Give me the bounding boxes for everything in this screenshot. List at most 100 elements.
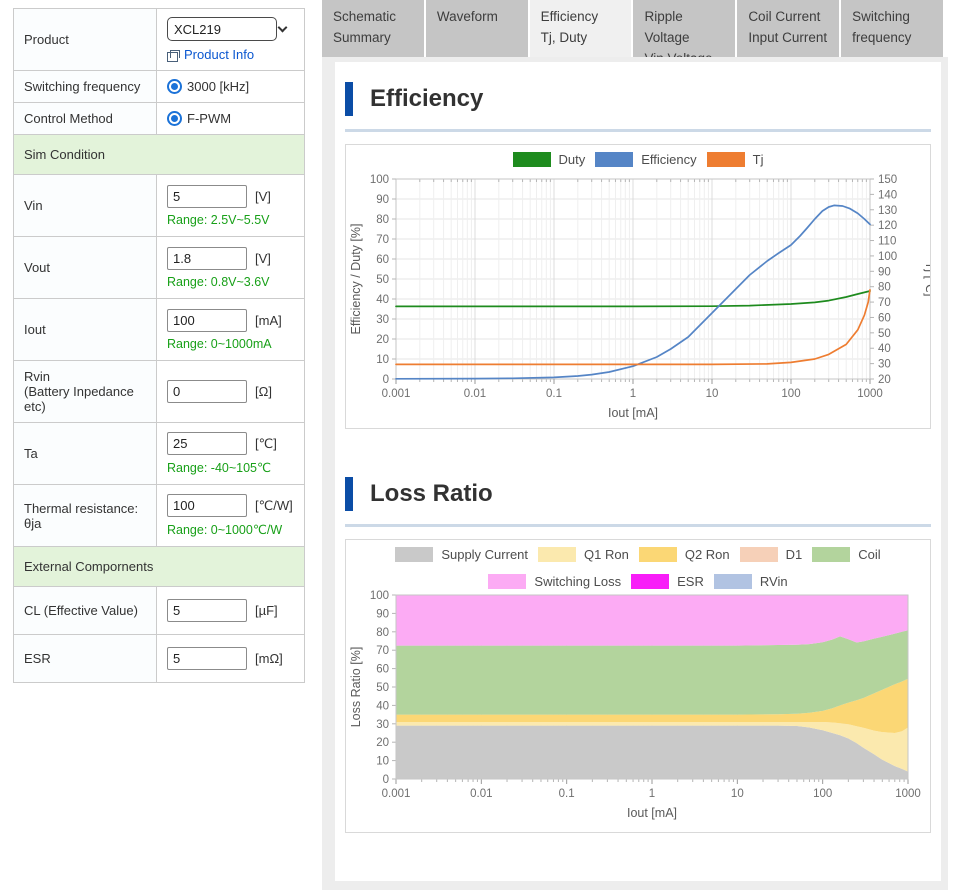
form-row-switching-frequency: Switching frequency 3000 [kHz] — [14, 71, 304, 103]
legend-swatch-icon — [488, 574, 526, 589]
section-divider — [345, 524, 931, 527]
svg-text:70: 70 — [376, 645, 389, 657]
svg-text:20: 20 — [376, 334, 389, 346]
svg-text:100: 100 — [878, 251, 897, 263]
product-info-link[interactable]: Product Info — [184, 47, 254, 62]
control-method-radio-label: F-PWM — [187, 111, 231, 126]
legend-item: Switching Loss — [488, 574, 621, 589]
simulation-settings-form: Product XCL219 Product Info Switching fr… — [13, 8, 305, 683]
vout-label: Vout — [14, 237, 156, 298]
legend-item: D1 — [740, 547, 803, 562]
legend-item: Duty — [513, 152, 586, 167]
svg-text:Loss Ratio [%]: Loss Ratio [%] — [349, 647, 363, 728]
vout-unit: [V] — [255, 251, 271, 266]
iout-unit: [mA] — [255, 313, 282, 328]
svg-text:70: 70 — [878, 297, 891, 309]
svg-text:30: 30 — [878, 359, 891, 371]
svg-text:80: 80 — [376, 627, 389, 639]
form-row-vout: Vout [V] Range: 0.8V~3.6V — [14, 237, 304, 299]
svg-text:80: 80 — [878, 282, 891, 294]
svg-text:Efficiency / Duty [%]: Efficiency / Duty [%] — [349, 224, 363, 335]
loss-ratio-section-header: Loss Ratio — [345, 429, 931, 511]
legend-item: Tj — [707, 152, 764, 167]
vout-range: Range: 0.8V~3.6V — [167, 275, 294, 289]
efficiency-section-header: Efficiency — [345, 62, 931, 116]
tab-ripple-voltage-vin-voltage[interactable]: Ripple VoltageVin Voltage — [633, 0, 735, 57]
svg-text:0.01: 0.01 — [464, 388, 486, 400]
svg-text:10: 10 — [376, 756, 389, 768]
switching-frequency-radio-label: 3000 [kHz] — [187, 79, 249, 94]
ta-input[interactable] — [167, 432, 247, 455]
svg-text:50: 50 — [878, 328, 891, 340]
tab-schematic-summary[interactable]: SchematicSummary — [322, 0, 424, 57]
loss-ratio-chart: 01020304050607080901000.0010.010.1110100… — [346, 589, 930, 827]
svg-text:130: 130 — [878, 205, 897, 217]
svg-text:1: 1 — [649, 788, 655, 800]
esr-label: ESR — [14, 635, 156, 682]
ta-range: Range: -40~105℃ — [167, 460, 294, 475]
result-tab-bar: SchematicSummary Waveform EfficiencyTj, … — [322, 0, 943, 57]
svg-text:100: 100 — [370, 590, 389, 602]
svg-text:90: 90 — [878, 266, 891, 278]
product-select[interactable]: XCL219 — [167, 17, 277, 41]
svg-text:100: 100 — [813, 788, 832, 800]
esr-input[interactable] — [167, 647, 247, 670]
chevron-down-icon — [278, 23, 288, 33]
control-method-radio[interactable] — [167, 111, 182, 126]
iout-label: Iout — [14, 299, 156, 360]
tab-switching-frequency[interactable]: Switchingfrequency — [841, 0, 943, 57]
results-card: Efficiency Duty Efficiency Tj 0 10 20 30 40 50 6… — [335, 62, 941, 881]
svg-text:0: 0 — [383, 774, 389, 786]
svg-text:150: 150 — [878, 174, 897, 186]
svg-text:120: 120 — [878, 220, 897, 232]
legend-swatch-icon — [740, 547, 778, 562]
thermal-resistance-input[interactable] — [167, 494, 247, 517]
legend-item: RVin — [714, 574, 788, 589]
svg-text:Iout [mA]: Iout [mA] — [608, 406, 658, 420]
svg-text:110: 110 — [878, 236, 896, 248]
legend-item: Supply Current — [395, 547, 528, 562]
iout-range: Range: 0~1000mA — [167, 337, 294, 351]
tab-coil-current-input-current[interactable]: Coil CurrentInput Current — [737, 0, 839, 57]
section-header-sim-condition: Sim Condition — [14, 135, 304, 175]
vin-range: Range: 2.5V~5.5V — [167, 213, 294, 227]
svg-text:20: 20 — [376, 737, 389, 749]
svg-text:40: 40 — [376, 294, 389, 306]
iout-input[interactable] — [167, 309, 247, 332]
svg-text:60: 60 — [376, 254, 389, 266]
efficiency-chart: 01020304050607080901000.0010.010.1110100… — [346, 167, 930, 423]
efficiency-chart-box: DutyEfficiencyTj 01020304050607080901000… — [345, 144, 931, 429]
vin-input[interactable] — [167, 185, 247, 208]
rvin-input[interactable] — [167, 380, 247, 403]
legend-swatch-icon — [812, 547, 850, 562]
form-row-cl: CL (Effective Value) [µF] — [14, 587, 304, 635]
vout-input[interactable] — [167, 247, 247, 270]
svg-text:0.1: 0.1 — [546, 388, 562, 400]
ta-label: Ta — [14, 423, 156, 484]
vin-unit: [V] — [255, 189, 271, 204]
switching-frequency-radio[interactable] — [167, 79, 182, 94]
cl-input[interactable] — [167, 599, 247, 622]
legend-item: Q2 Ron — [639, 547, 730, 562]
svg-text:20: 20 — [878, 374, 891, 386]
cl-label: CL (Effective Value) — [14, 587, 156, 634]
thermal-resistance-label: Thermal resistance: θja — [14, 485, 156, 546]
svg-text:90: 90 — [376, 194, 389, 206]
results-panel: Efficiency Duty Efficiency Tj 0 10 20 30 40 50 6… — [322, 57, 948, 890]
legend-item: Efficiency — [595, 152, 696, 167]
svg-text:140: 140 — [878, 189, 897, 201]
svg-text:60: 60 — [878, 312, 891, 324]
legend-item: Q1 Ron — [538, 547, 629, 562]
legend-swatch-icon — [631, 574, 669, 589]
tab-waveform[interactable]: Waveform — [426, 0, 528, 57]
svg-text:100: 100 — [370, 174, 389, 186]
loss-ratio-chart-legend: Supply CurrentQ1 RonQ2 RonD1CoilSwitchin… — [346, 547, 930, 589]
svg-text:0.001: 0.001 — [382, 388, 411, 400]
tab-efficiency-tj-duty[interactable]: EfficiencyTj, Duty — [530, 0, 632, 57]
thermal-resistance-range: Range: 0~1000℃/W — [167, 522, 294, 537]
svg-text:70: 70 — [376, 234, 389, 246]
efficiency-title: Efficiency — [370, 85, 483, 113]
product-info-icon — [167, 50, 178, 60]
svg-text:0.01: 0.01 — [470, 788, 492, 800]
svg-text:1000: 1000 — [895, 788, 921, 800]
